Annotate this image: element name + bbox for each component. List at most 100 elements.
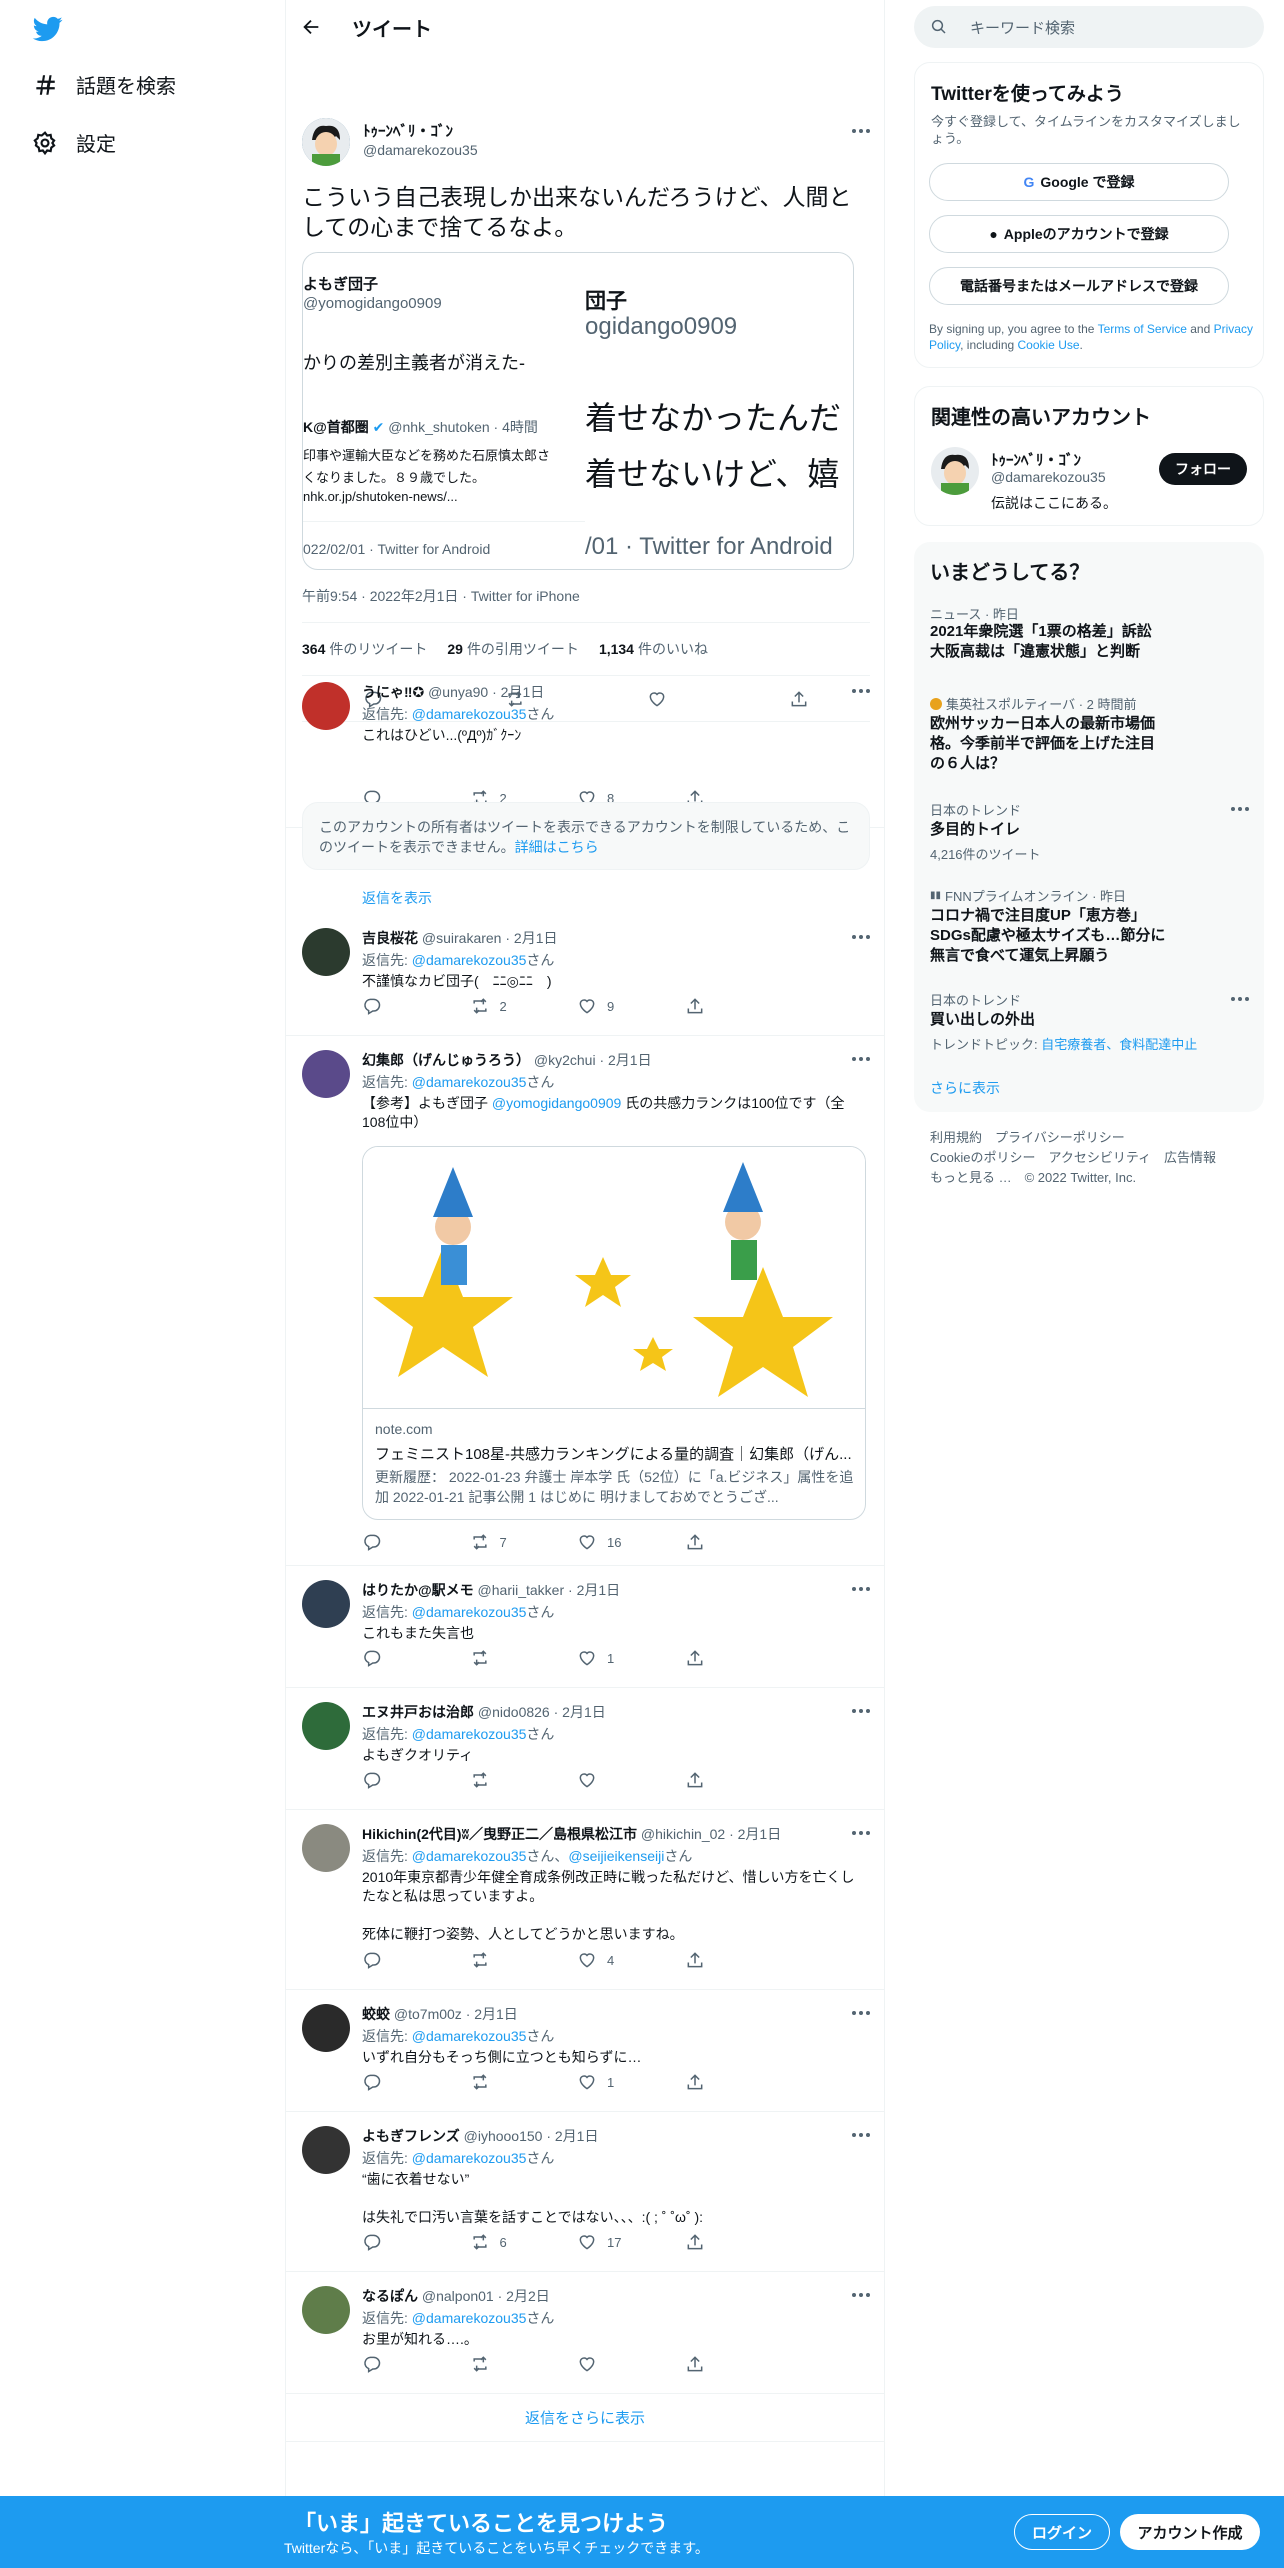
mention-link[interactable]: @damarekozou35 [412,1074,527,1090]
like-button[interactable]: 16 [577,1532,685,1552]
like-icon[interactable] [577,2072,597,2092]
reply-author-name[interactable]: 蛟蛟 [362,2006,390,2022]
reply-button[interactable] [362,2072,470,2092]
like-icon[interactable] [577,2354,597,2374]
mention-link[interactable]: @yomogidango0909 [492,1095,621,1111]
reply-author-name[interactable]: よもぎフレンズ [362,2128,460,2144]
like-icon[interactable] [577,1770,597,1790]
reply-author-handle[interactable]: @suirakaren · 2月1日 [418,930,558,946]
mention-link[interactable]: @damarekozou35 [412,706,527,722]
reply-author-handle[interactable]: @unya90 · 2月1日 [424,684,544,700]
retweet-icon[interactable] [470,2232,490,2252]
reply-author-name[interactable]: 幻集郎（げんじゅうろう） [362,1052,530,1068]
retweet-button[interactable] [470,2072,578,2092]
mention-link[interactable]: @damarekozou35 [412,2150,527,2166]
share-icon[interactable] [685,1950,705,1970]
more-options-icon[interactable] [851,128,871,134]
avatar[interactable] [302,2126,350,2174]
avatar[interactable] [302,1702,350,1750]
more-options-icon[interactable] [851,934,871,940]
reply-author-handle[interactable]: @hikichin_02 · 2月1日 [637,1826,781,1842]
more-options-icon[interactable] [851,1708,871,1714]
reply-icon[interactable] [362,1950,382,1970]
avatar[interactable] [302,2004,350,2052]
more-options-icon[interactable] [1230,806,1250,812]
mention-link[interactable]: @seijieikenseiji [568,1848,664,1864]
related-avatar[interactable] [931,447,979,495]
reply-author-name[interactable]: なるぽん [362,2288,418,2304]
like-icon[interactable] [577,2232,597,2252]
share-button[interactable] [685,996,793,1016]
reply-author-handle[interactable]: @harii_takker · 2月1日 [474,1582,621,1598]
like-button[interactable]: 4 [577,1950,685,1970]
retweet-button[interactable]: 7 [470,1532,578,1552]
follow-button[interactable]: フォロー [1159,453,1247,485]
share-icon[interactable] [685,1648,705,1668]
retweet-button[interactable]: 2 [470,996,578,1016]
retweet-button[interactable] [470,2354,578,2374]
tweet-timestamp[interactable]: 午前9:54 · 2022年2月1日 · Twitter for iPhone [302,586,580,606]
like-icon[interactable] [577,1950,597,1970]
back-arrow-icon[interactable] [300,16,322,38]
twitter-logo-icon[interactable] [32,14,64,44]
more-options-icon[interactable] [851,1586,871,1592]
reply-author-handle[interactable]: @nalpon01 · 2月2日 [418,2288,550,2304]
reply-button[interactable] [362,996,470,1016]
avatar[interactable] [302,682,350,730]
like-button[interactable]: 1 [577,1648,685,1668]
share-button[interactable] [685,1950,793,1970]
reply-icon[interactable] [362,1770,382,1790]
share-button[interactable] [685,1532,793,1552]
reply-icon[interactable] [362,1648,382,1668]
reply-author-handle[interactable]: @to7m00z · 2月1日 [390,2006,518,2022]
like-button[interactable] [577,2354,685,2374]
retweet-icon[interactable] [470,1770,490,1790]
mention-link[interactable]: @damarekozou35 [412,2310,527,2326]
like-button[interactable]: 1 [577,2072,685,2092]
share-icon[interactable] [685,1770,705,1790]
like-icon[interactable] [577,1648,597,1668]
retweet-button[interactable] [470,1648,578,1668]
retweet-icon[interactable] [470,1532,490,1552]
more-options-icon[interactable] [851,2292,871,2298]
show-replies-link[interactable]: 返信を表示 [362,888,432,908]
retweet-button[interactable] [470,1950,578,1970]
like-icon[interactable] [577,1532,597,1552]
avatar[interactable] [302,1824,350,1872]
mention-link[interactable]: @damarekozou35 [412,952,527,968]
cookie-link[interactable]: Cookie Use [1018,338,1080,352]
like-button[interactable]: 17 [577,2232,685,2252]
show-more-trends-link[interactable]: さらに表示 [930,1078,1000,1098]
like-icon[interactable] [577,996,597,1016]
search-input[interactable]: キーワード検索 [914,6,1264,48]
more-options-icon[interactable] [851,2010,871,2016]
reply-button[interactable] [362,2232,470,2252]
apple-signup-button[interactable]: ● Appleのアカウントで登録 [929,215,1229,253]
reply-author-name[interactable]: はりたか@駅メモ [362,1582,474,1598]
share-button[interactable] [685,2072,793,2092]
avatar[interactable] [302,2286,350,2334]
nav-explore[interactable]: 話題を検索 [32,70,176,99]
like-button[interactable]: 9 [577,996,685,1016]
phone-signup-button[interactable]: 電話番号またはメールアドレスで登録 [929,267,1229,305]
trend-title[interactable]: コロナ禍で注目度UP「恵方巻」SDGs配慮や極太サイズも…節分に無言で食べて運気… [930,906,1170,966]
footer-links[interactable]: 利用規約 プライバシーポリシー Cookieのポリシー アクセシビリティ 広告情… [930,1128,1216,1188]
more-options-icon[interactable] [1230,996,1250,1002]
reply-icon[interactable] [362,1532,382,1552]
share-button[interactable] [685,1648,793,1668]
reply-button[interactable] [362,1532,470,1552]
share-button[interactable] [685,2232,793,2252]
reply-icon[interactable] [362,2354,382,2374]
retweet-count[interactable]: 364 件のリツイート [302,639,427,659]
more-options-icon[interactable] [851,688,871,694]
avatar[interactable] [302,1050,350,1098]
reply-button[interactable] [362,2354,470,2374]
share-icon[interactable] [685,2354,705,2374]
share-button[interactable] [685,2354,793,2374]
mention-link[interactable]: @damarekozou35 [412,1726,527,1742]
mention-link[interactable]: @damarekozou35 [412,1848,527,1864]
quote-image[interactable]: よもぎ団子 @yomogidango0909 かりの差別主義者が消えた- K@首… [302,252,854,570]
login-button[interactable]: ログイン [1014,2514,1110,2550]
retweet-button[interactable] [470,1770,578,1790]
google-signup-button[interactable]: G Google で登録 [929,163,1229,201]
